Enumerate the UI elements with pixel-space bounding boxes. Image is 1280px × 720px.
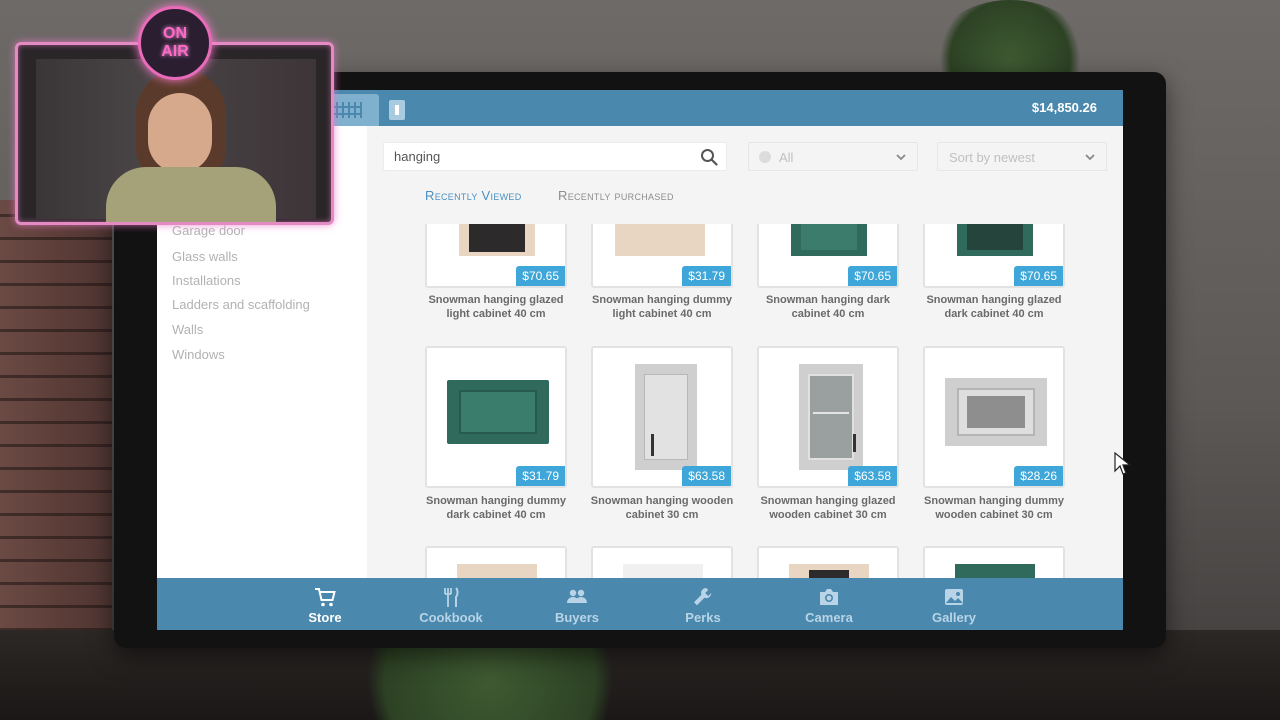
tab-recently-viewed[interactable]: Recently Viewed [425,188,522,203]
cart-icon [315,588,336,607]
nav-label: Store [308,610,342,625]
product-card[interactable] [425,546,567,578]
nav-store[interactable]: Store [270,578,380,630]
product-image [635,364,697,470]
search-icon[interactable] [700,148,718,166]
product-title: Snowman hanging dummy wooden cabinet 30 … [924,495,1064,521]
on-air-line1: ON [163,25,187,42]
product-image [791,224,867,256]
nav-gallery[interactable]: Gallery [899,578,1009,630]
sort-label: Sort by newest [949,150,1035,165]
product-title: Snowman hanging wooden cabinet 30 cm [590,495,734,521]
sidebar-item-garage-door[interactable]: Garage door [172,223,245,238]
category-tab-other[interactable] [387,94,407,126]
nav-buyers[interactable]: Buyers [522,578,632,630]
sidebar-item-ladders[interactable]: Ladders and scaffolding [172,297,310,312]
nav-label: Cookbook [419,610,483,625]
balance: $14,850.26 [1031,100,1097,115]
product-card[interactable]: $63.58 [757,346,899,488]
search-input[interactable] [394,143,684,170]
price-tag: $31.79 [682,266,731,286]
people-icon [567,589,587,603]
product-card[interactable]: $63.58 [591,346,733,488]
product-image [447,380,549,444]
mouse-cursor-icon [1114,452,1132,475]
product-image [957,224,1033,256]
product-image [799,364,863,470]
sidebar-item-windows[interactable]: Windows [172,347,225,362]
product-card[interactable] [757,546,899,578]
product-image [955,564,1035,578]
category-filter-dropdown[interactable]: All [748,142,918,171]
category-filter-label: All [779,150,794,165]
nav-label: Gallery [931,610,977,625]
sidebar-item-glass-walls[interactable]: Glass walls [172,249,238,264]
fence-icon [334,102,362,118]
product-card[interactable]: $31.79 [425,346,567,488]
product-title: Snowman hanging glazed dark cabinet 40 c… [926,294,1062,320]
search-box [383,142,727,171]
on-air-badge: ON AIR [138,6,212,80]
product-grid: $70.65 Snowman hanging glazed light cabi… [369,224,1123,578]
nav-label: Buyers [554,610,600,625]
sidebar-item-walls[interactable]: Walls [172,322,203,337]
price-tag: $63.58 [848,466,897,486]
wrench-icon [694,588,712,606]
product-title: Snowman hanging glazed wooden cabinet 30… [760,495,896,521]
image-icon [945,589,963,605]
price-tag: $63.58 [682,466,731,486]
price-tag: $70.65 [516,266,565,286]
product-image [615,224,705,256]
product-image [945,378,1047,446]
camera-icon [820,589,838,605]
nav-perks[interactable]: Perks [648,578,758,630]
price-tag: $28.26 [1014,466,1063,486]
product-image [457,564,537,578]
cutlery-icon [444,587,459,607]
product-image [459,224,535,256]
product-title: Snowman hanging glazed light cabinet 40 … [428,294,564,320]
product-card[interactable]: $70.65 [425,224,567,288]
filter-dot-icon [759,151,771,163]
tab-recently-purchased[interactable]: Recently purchased [558,188,674,203]
nav-cookbook[interactable]: Cookbook [396,578,506,630]
nav-label: Camera [805,610,853,625]
product-card[interactable]: $70.65 [757,224,899,288]
chevron-down-icon [896,154,906,161]
product-image [623,564,703,578]
nav-label: Perks [685,610,721,625]
sort-dropdown[interactable]: Sort by newest [937,142,1107,171]
product-card[interactable]: $28.26 [923,346,1065,488]
product-card[interactable] [923,546,1065,578]
webcam-feed [36,59,316,222]
product-card[interactable]: $70.65 [923,224,1065,288]
bottom-navigation: Store Cookbook Buyers Perks Camera Galle… [157,578,1123,630]
product-title: Snowman hanging dummy light cabinet 40 c… [592,294,732,320]
price-tag: $31.79 [516,466,565,486]
product-image [789,564,869,578]
price-tag: $70.65 [848,266,897,286]
on-air-line2: AIR [161,43,189,60]
product-card[interactable]: $31.79 [591,224,733,288]
product-card[interactable] [591,546,733,578]
price-tag: $70.65 [1014,266,1063,286]
product-title: Snowman hanging dummy dark cabinet 40 cm [426,495,566,521]
sidebar-item-installations[interactable]: Installations [172,273,241,288]
product-title: Snowman hanging dark cabinet 40 cm [765,294,891,320]
panel-icon [389,100,405,120]
chevron-down-icon [1085,154,1095,161]
nav-camera[interactable]: Camera [774,578,884,630]
